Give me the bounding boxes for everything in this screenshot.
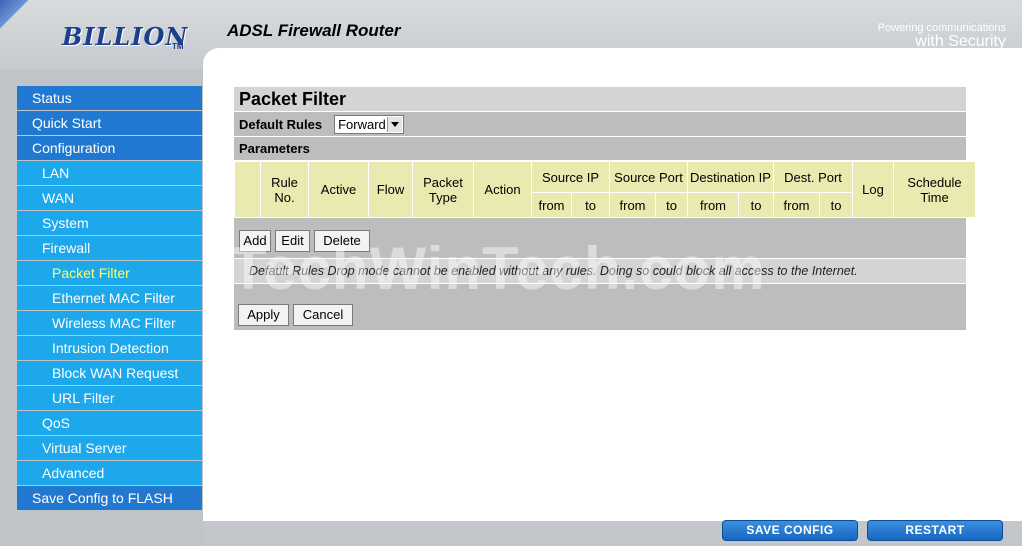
logo-trademark: TM	[172, 42, 184, 51]
sidebar-item-configuration[interactable]: Configuration	[17, 136, 202, 160]
parameters-header: Parameters	[234, 137, 966, 160]
sidebar-item-status[interactable]: Status	[17, 86, 202, 110]
sidebar-nav: Status Quick Start Configuration LAN WAN…	[17, 86, 202, 511]
col-destination-ip-to: to	[738, 192, 774, 218]
sidebar-item-ethernet-mac-filter[interactable]: Ethernet MAC Filter	[17, 286, 202, 310]
col-packet-type: Packet Type	[412, 161, 474, 218]
col-dest-port: Dest. Port	[772, 161, 854, 193]
sidebar-item-block-wan-request[interactable]: Block WAN Request	[17, 361, 202, 385]
restart-button[interactable]: RESTART	[867, 520, 1003, 541]
col-source-port-from: from	[609, 192, 656, 218]
col-dest-port-from: from	[773, 192, 820, 218]
col-source-ip-from: from	[531, 192, 572, 218]
col-source-ip-to: to	[571, 192, 610, 218]
default-rules-value: Forward	[338, 116, 386, 132]
col-rule-no: Rule No.	[260, 161, 309, 218]
corner-decoration	[0, 0, 40, 40]
col-destination-ip-from: from	[687, 192, 739, 218]
sidebar-item-wan[interactable]: WAN	[17, 186, 202, 210]
panel-title: Packet Filter	[234, 87, 966, 111]
sidebar-item-advanced[interactable]: Advanced	[17, 461, 202, 485]
sidebar-item-qos[interactable]: QoS	[17, 411, 202, 435]
col-action: Action	[473, 161, 532, 218]
save-config-button[interactable]: SAVE CONFIG	[722, 520, 858, 541]
sidebar-item-save-config-to-flash[interactable]: Save Config to FLASH	[17, 486, 202, 510]
sidebar-item-url-filter[interactable]: URL Filter	[17, 386, 202, 410]
sidebar-item-virtual-server[interactable]: Virtual Server	[17, 436, 202, 460]
col-source-ip: Source IP	[531, 161, 610, 193]
default-rules-label: Default Rules	[239, 116, 323, 132]
delete-button[interactable]: Delete	[314, 230, 370, 252]
sidebar-item-quick-start[interactable]: Quick Start	[17, 111, 202, 135]
checkbox-column-header	[234, 161, 261, 218]
sidebar-item-intrusion-detection[interactable]: Intrusion Detection	[17, 336, 202, 360]
col-log: Log	[852, 161, 895, 218]
sidebar-item-system[interactable]: System	[17, 211, 202, 235]
sidebar-item-wireless-mac-filter[interactable]: Wireless MAC Filter	[17, 311, 202, 335]
edit-button[interactable]: Edit	[275, 230, 310, 252]
col-flow: Flow	[368, 161, 413, 218]
col-active: Active	[308, 161, 369, 218]
chevron-down-icon[interactable]	[387, 116, 403, 132]
rules-table: Rule No. Active Flow Packet Type Action …	[234, 161, 977, 218]
cancel-button[interactable]: Cancel	[293, 304, 353, 326]
apply-bar: Apply Cancel	[234, 284, 966, 330]
page-title: ADSL Firewall Router	[227, 21, 401, 40]
rule-actions-bar: Add Edit Delete	[234, 218, 966, 258]
col-destination-ip: Destination IP	[687, 161, 774, 193]
sidebar-item-packet-filter[interactable]: Packet Filter	[17, 261, 202, 285]
tagline: Powering communications with Security	[878, 22, 1006, 50]
col-source-port-to: to	[655, 192, 688, 218]
default-rules-warning: Default Rules Drop mode cannot be enable…	[234, 258, 966, 284]
default-rules-select[interactable]: Forward	[334, 114, 405, 134]
col-schedule-time: Schedule Time	[893, 161, 977, 218]
sidebar-item-firewall[interactable]: Firewall	[17, 236, 202, 260]
tagline-line2: with Security	[915, 33, 1006, 50]
default-rules-row: Default Rules Forward	[234, 112, 966, 136]
sidebar-item-lan[interactable]: LAN	[17, 161, 202, 185]
col-dest-port-to: to	[818, 192, 854, 218]
apply-button[interactable]: Apply	[238, 304, 289, 326]
billion-logo: BILLION	[62, 22, 189, 51]
col-source-port: Source Port	[609, 161, 688, 193]
add-button[interactable]: Add	[239, 230, 271, 252]
packet-filter-panel: Packet Filter Default Rules Forward Para…	[234, 87, 977, 330]
